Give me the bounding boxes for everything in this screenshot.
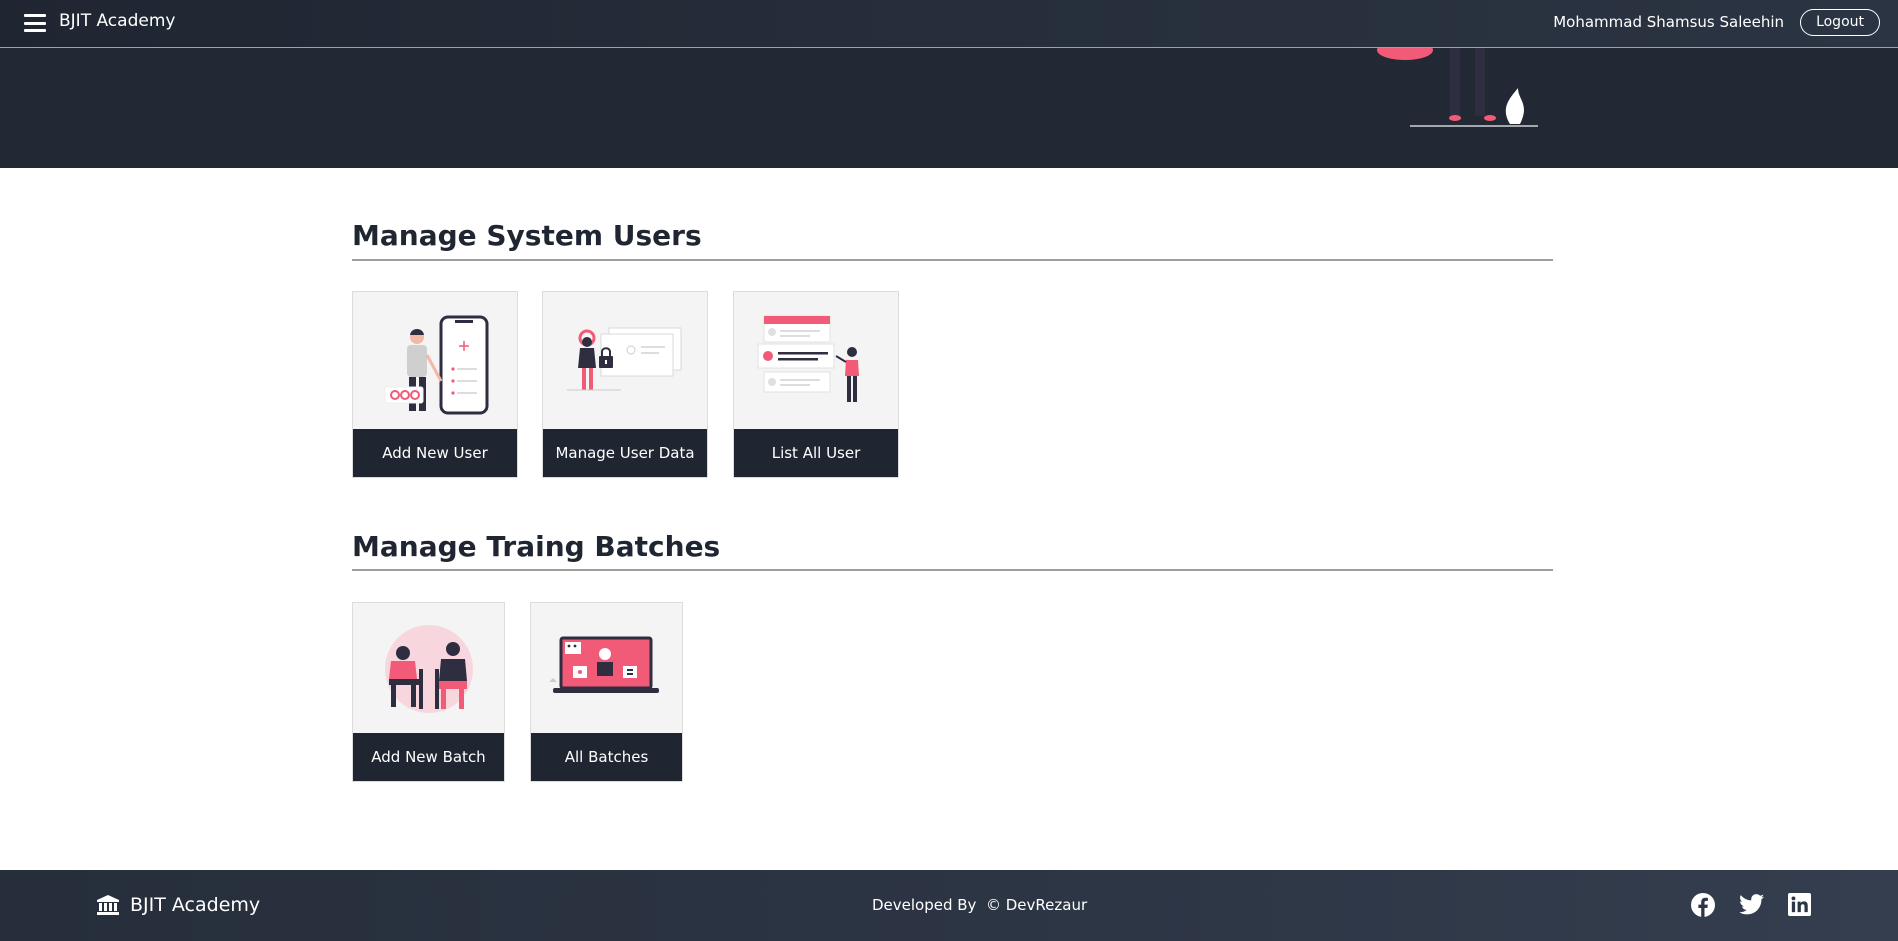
add-new-user-card[interactable]: Add New User [352,291,518,478]
footer-credit: Developed By © DevRezaur [872,896,1088,914]
user-name: Mohammad Shamsus Saleehin [1553,13,1784,31]
twitter-icon[interactable] [1739,893,1765,917]
card-label[interactable]: Add New User [353,429,517,477]
section-title-batches: Manage Traing Batches [352,530,721,563]
hero-banner [0,48,1898,168]
facebook-icon[interactable] [1691,893,1715,917]
user-list-illustration [734,292,898,431]
secure-data-illustration [543,292,707,431]
card-label[interactable]: List All User [734,429,898,477]
all-batches-card[interactable]: All Batches [530,602,683,782]
footer-brand[interactable]: BJIT Academy [96,894,260,916]
students-illustration [353,603,504,735]
add-new-batch-card[interactable]: Add New Batch [352,602,505,782]
top-navbar: BJIT Academy Mohammad Shamsus Saleehin L… [0,0,1898,48]
logout-button[interactable]: Logout [1800,9,1880,36]
online-class-illustration [531,603,682,735]
hero-illustration [1377,48,1538,127]
section-divider [352,569,1553,571]
footer-brand-label: BJIT Academy [130,894,261,916]
list-all-user-card[interactable]: List All User [733,291,899,478]
footer: BJIT Academy Developed By © DevRezaur [0,870,1898,941]
add-user-illustration [353,292,517,431]
navbar-brand[interactable]: BJIT Academy [59,11,175,31]
manage-user-data-card[interactable]: Manage User Data [542,291,708,478]
card-label[interactable]: Add New Batch [353,733,504,781]
section-title-users: Manage System Users [352,219,702,252]
institution-icon [97,895,119,915]
section-divider [352,259,1553,261]
card-label[interactable]: Manage User Data [543,429,707,477]
hamburger-menu-icon[interactable] [24,14,46,32]
linkedin-icon[interactable] [1788,893,1811,916]
card-label[interactable]: All Batches [531,733,682,781]
